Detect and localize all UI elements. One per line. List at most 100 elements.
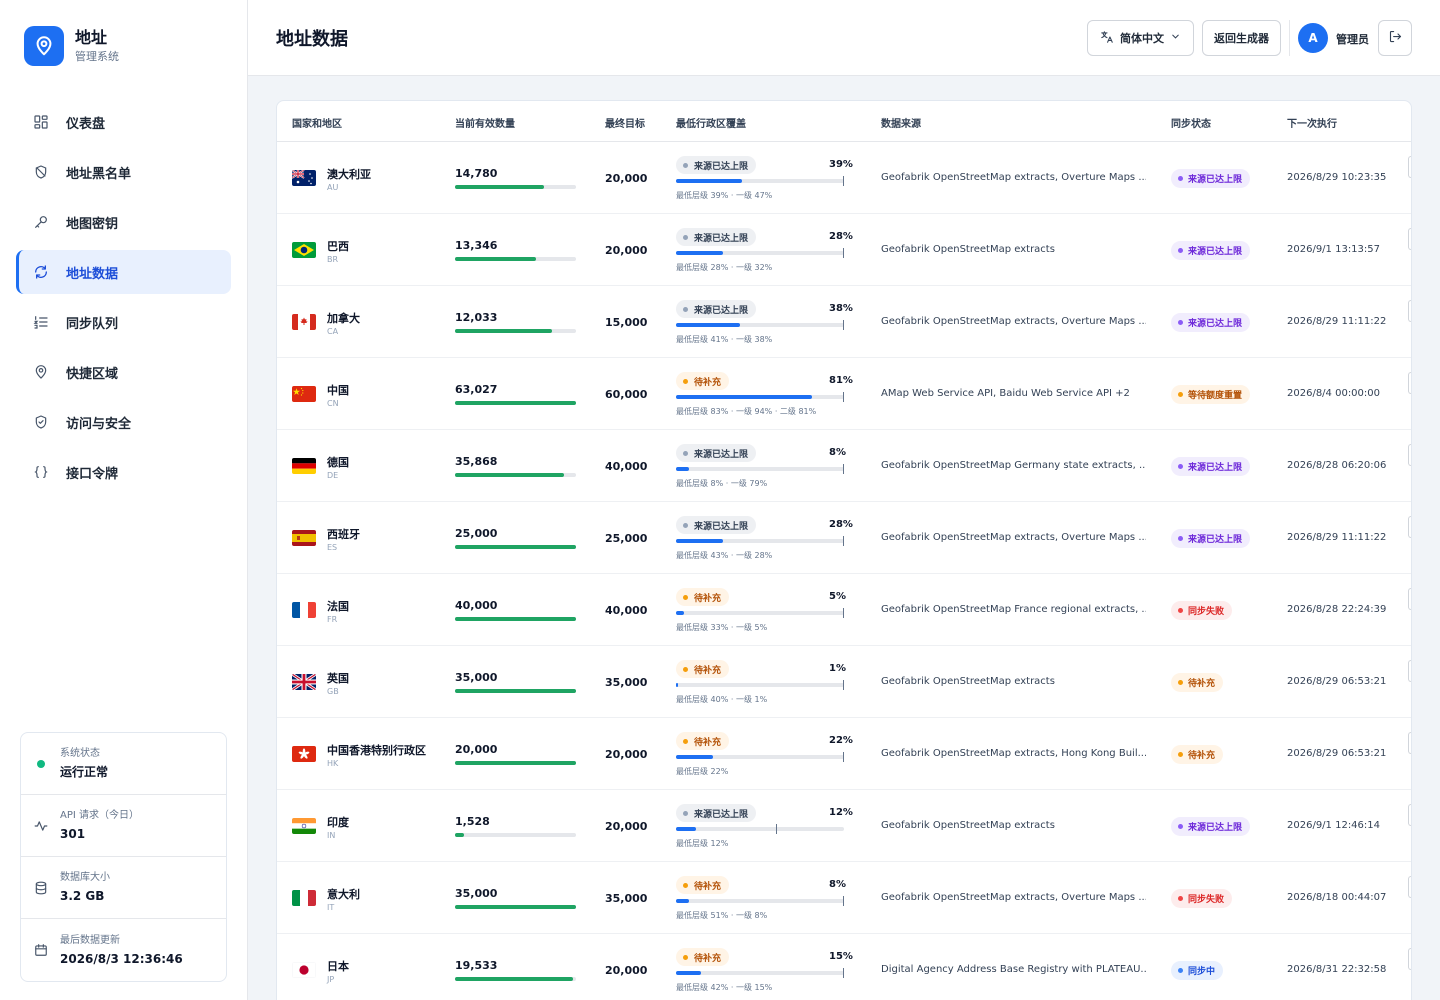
table-row[interactable]: 法国 FR 40,000 40,000 待补充 5% 最低层级 33% · 一级 5% Geo… [277, 574, 1411, 646]
current-count: 63,027 [455, 383, 498, 396]
country-name[interactable]: 巴西 [327, 238, 349, 254]
table-row[interactable]: 印度 IN 1,528 20,000 来源已达上限 12% 最低层级 12% Geofabri… [277, 790, 1411, 862]
next-run-time: 2026/8/29 06:53:21 [1287, 676, 1387, 687]
row-action-button[interactable] [1408, 732, 1411, 754]
sidebar-item-dashboard[interactable]: 仪表盘 [16, 100, 231, 144]
avatar[interactable]: A [1298, 23, 1328, 53]
current-count: 1,528 [455, 815, 490, 828]
country-name[interactable]: 英国 [327, 670, 349, 686]
sync-status-badge: 来源已达上限 [1171, 241, 1251, 260]
country-name[interactable]: 意大利 [327, 886, 360, 902]
country-name[interactable]: 西班牙 [327, 526, 360, 542]
column-header-count[interactable]: 当前有效数量 [455, 115, 515, 130]
country-name[interactable]: 印度 [327, 814, 349, 830]
column-header-target[interactable]: 最终目标 [605, 115, 645, 130]
sync-status-label: 来源已达上限 [1188, 823, 1243, 833]
count-progress-fill [455, 185, 545, 189]
status-db-size: 数据库大小 3.2 GB [21, 857, 226, 919]
country-code: BR [327, 255, 339, 264]
table-row[interactable]: 中国香港特别行政区 HK 20,000 20,000 待补充 22% 最低层级 22% Geo… [277, 718, 1411, 790]
table-row[interactable]: 德国 DE 35,868 40,000 来源已达上限 8% 最低层级 8% · 一级 79%… [277, 430, 1411, 502]
table-row[interactable]: 中国 CN 63,027 60,000 待补充 81% 最低层级 83% · 一级 94% … [277, 358, 1411, 430]
sidebar-item-label: 同步队列 [66, 316, 119, 332]
brand-title: 地址 [75, 28, 108, 47]
row-action-button[interactable] [1408, 588, 1411, 610]
count-progress-fill [455, 473, 564, 477]
brand[interactable]: 地址 管理系统 [24, 26, 119, 66]
sidebar-item-blacklist[interactable]: 地址黑名单 [16, 150, 231, 194]
coverage-target-marker [775, 824, 777, 834]
country-name[interactable]: 法国 [327, 598, 349, 614]
sidebar-item-sync-queue[interactable]: 同步队列 [16, 300, 231, 344]
system-status-card: 系统状态 运行正常 API 请求（今日） 301 数据库大小 3.2 GB 最后… [20, 732, 227, 982]
country-code: GB [327, 687, 339, 696]
current-count: 12,033 [455, 311, 498, 324]
coverage-percent: 28% [829, 231, 853, 242]
column-header-country[interactable]: 国家和地区 [292, 115, 342, 130]
table-row[interactable]: 意大利 IT 35,000 35,000 待补充 8% 最低层级 51% · 一级 8% Ge… [277, 862, 1411, 934]
final-target: 20,000 [605, 172, 648, 185]
table-row[interactable]: 加拿大 CA 12,033 15,000 来源已达上限 38% 最低层级 41% · 一级 … [277, 286, 1411, 358]
coverage-progress-bar [676, 824, 844, 834]
country-name[interactable]: 澳大利亚 [327, 166, 371, 182]
country-name[interactable]: 中国 [327, 382, 349, 398]
coverage-status-badge: 待补充 [676, 660, 730, 678]
sidebar-item-map-key[interactable]: 地图密钥 [16, 200, 231, 244]
sync-status-label: 等待额度重置 [1188, 391, 1243, 401]
next-run-time: 2026/8/31 22:32:58 [1287, 964, 1387, 975]
coverage-percent: 38% [829, 303, 853, 314]
sidebar-item-label: 接口令牌 [66, 466, 119, 482]
sidebar-item-quick-region[interactable]: 快捷区域 [16, 350, 231, 394]
current-count: 35,868 [455, 455, 498, 468]
coverage-status-badge: 来源已达上限 [676, 516, 757, 534]
country-name[interactable]: 日本 [327, 958, 349, 974]
column-header-source[interactable]: 数据来源 [881, 115, 921, 130]
column-header-sync[interactable]: 同步状态 [1171, 115, 1211, 130]
row-action-button[interactable] [1408, 948, 1411, 970]
row-action-button[interactable] [1408, 228, 1411, 250]
coverage-status-label: 来源已达上限 [694, 809, 749, 820]
flag-jp-icon [292, 962, 316, 978]
column-header-coverage[interactable]: 最低行政区覆盖 [676, 115, 746, 130]
sidebar-item-access-security[interactable]: 访问与安全 [16, 400, 231, 444]
row-action-button[interactable] [1408, 156, 1411, 178]
data-source: Geofabrik OpenStreetMap France regional … [881, 604, 1146, 615]
table-row[interactable]: 英国 GB 35,000 35,000 待补充 1% 最低层级 40% · 一级 1% Geo… [277, 646, 1411, 718]
table-row[interactable]: 巴西 BR 13,346 20,000 来源已达上限 28% 最低层级 28% · 一级 3… [277, 214, 1411, 286]
row-action-button[interactable] [1408, 372, 1411, 394]
coverage-status-label: 来源已达上限 [694, 305, 749, 316]
coverage-percent: 1% [829, 663, 846, 674]
logout-button[interactable] [1378, 20, 1412, 56]
coverage-progress-bar [676, 896, 844, 906]
row-action-button[interactable] [1408, 804, 1411, 826]
row-action-button[interactable] [1408, 876, 1411, 898]
row-action-button[interactable] [1408, 516, 1411, 538]
brand-subtitle: 管理系统 [75, 50, 119, 63]
sidebar-item-label: 访问与安全 [66, 416, 132, 432]
table-row[interactable]: 日本 JP 19,533 20,000 待补充 15% 最低层级 42% · 一级 15% D… [277, 934, 1411, 1000]
row-action-button[interactable] [1408, 444, 1411, 466]
table-row[interactable]: 西班牙 ES 25,000 25,000 来源已达上限 28% 最低层级 43% · 一级 … [277, 502, 1411, 574]
coverage-progress-fill [676, 395, 813, 399]
country-code: JP [327, 975, 335, 984]
coverage-target-marker [843, 392, 844, 402]
column-header-next-run[interactable]: 下一次执行 [1287, 115, 1337, 130]
back-to-generator-button[interactable]: 返回生成器 [1202, 20, 1281, 56]
sidebar-item-address-data[interactable]: 地址数据 [16, 250, 231, 294]
country-name[interactable]: 德国 [327, 454, 349, 470]
sidebar-item-api-token[interactable]: 接口令牌 [16, 450, 231, 494]
status-dot-icon [1178, 536, 1183, 541]
country-name[interactable]: 加拿大 [327, 310, 360, 326]
count-progress-bar [455, 689, 576, 693]
language-select[interactable]: 简体中文 [1087, 20, 1194, 56]
status-dot-icon [1178, 248, 1183, 253]
status-label: API 请求（今日） [60, 810, 139, 821]
data-source: Geofabrik OpenStreetMap Germany state ex… [881, 460, 1146, 471]
table-row[interactable]: 澳大利亚 AU 14,780 20,000 来源已达上限 39% 最低层级 39% · 一级… [277, 142, 1411, 214]
sync-status-label: 待补充 [1188, 679, 1216, 689]
country-name[interactable]: 中国香港特别行政区 [327, 742, 426, 758]
row-action-button[interactable] [1408, 660, 1411, 682]
sync-status-badge: 同步中 [1171, 961, 1224, 980]
row-action-button[interactable] [1408, 300, 1411, 322]
activity-icon [33, 819, 49, 833]
